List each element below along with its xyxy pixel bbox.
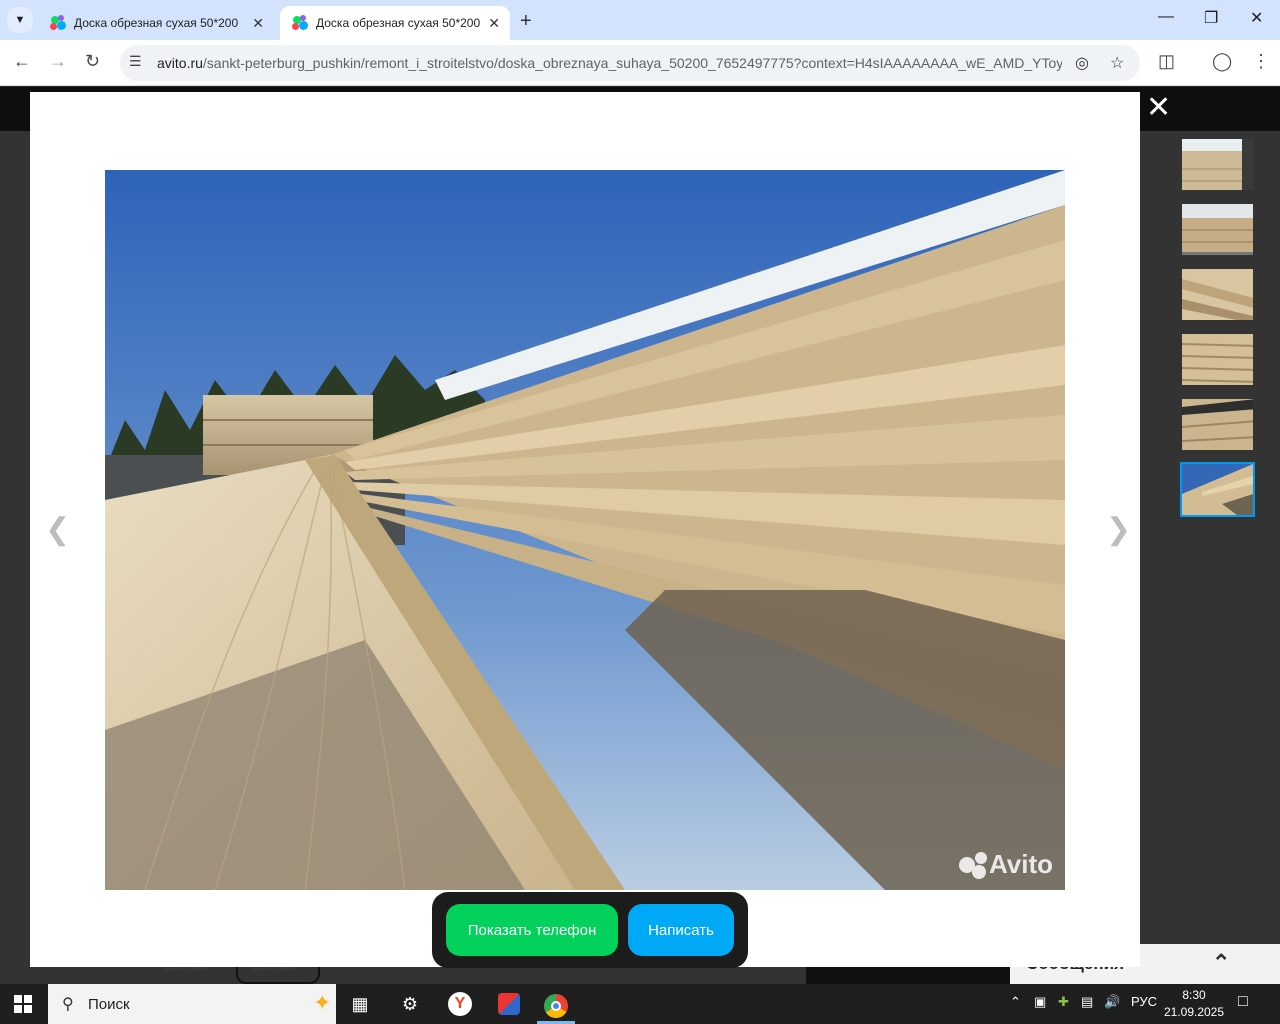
close-tab-icon[interactable]: ✕ [488, 15, 500, 32]
windows-start-icon[interactable] [14, 995, 32, 1013]
thumbnail-image [1182, 399, 1253, 450]
write-message-button[interactable]: Написать [628, 904, 734, 956]
tab-1[interactable]: Доска обрезная сухая 50*200 ✕ [38, 6, 274, 40]
thumbnail-item-selected[interactable] [1180, 462, 1255, 517]
antivirus-tray-icon[interactable]: ✚ [1058, 994, 1069, 1010]
avito-favicon-icon [292, 15, 308, 31]
chrome-taskbar-icon[interactable] [537, 990, 575, 1024]
url-path: /sankt-peterburg_pushkin/remont_i_stroit… [202, 55, 1062, 71]
search-icon: ⚲ [62, 996, 74, 1013]
notifications-icon[interactable]: □ [1238, 993, 1248, 1011]
url-text[interactable]: avito.ru/sankt-peterburg_pushkin/remont_… [157, 55, 1062, 71]
prev-photo-icon[interactable]: ❮ [45, 512, 70, 547]
thumbnail-list [1180, 137, 1255, 527]
chevron-up-icon[interactable]: ⌃ [1212, 950, 1230, 976]
close-gallery-icon[interactable]: ✕ [1146, 90, 1171, 125]
reload-icon[interactable]: ↻ [85, 51, 100, 72]
yandex-browser-icon[interactable]: Y [441, 990, 479, 1018]
tracking-off-icon[interactable]: ◎ [1075, 53, 1089, 73]
task-view-icon[interactable]: ▦ [341, 990, 379, 1018]
tab-2-active[interactable]: Доска обрезная сухая 50*200 ✕ [280, 6, 510, 40]
tab-search-button[interactable]: ▼ [7, 7, 33, 33]
next-photo-icon[interactable]: ❯ [1106, 512, 1131, 547]
thumbnail-item[interactable] [1180, 202, 1255, 257]
browser-toolbar: ← → ↻ ☰ avito.ru/sankt-peterburg_pushkin… [0, 40, 1280, 86]
volume-icon[interactable]: 🔊 [1104, 994, 1120, 1010]
thumbnail-image [1182, 139, 1253, 190]
minimize-icon[interactable]: — [1158, 8, 1174, 26]
photos-app-icon[interactable] [490, 990, 528, 1018]
url-host: avito.ru [157, 55, 203, 71]
taskbar-search[interactable]: ⚲ Поиск ✦ [48, 984, 336, 1024]
thumbnail-item[interactable] [1180, 332, 1255, 387]
watermark-text: Avito [989, 849, 1053, 879]
back-icon[interactable]: ← [13, 51, 31, 72]
avito-favicon-icon [50, 15, 66, 31]
address-bar[interactable]: ☰ avito.ru/sankt-peterburg_pushkin/remon… [120, 45, 1140, 81]
thumbnail-image [1182, 464, 1253, 515]
settings-gear-icon[interactable]: ⚙ [391, 990, 429, 1018]
chevron-down-icon: ▼ [14, 14, 26, 26]
windows-taskbar: ⚲ Поиск ✦ ▦ ⚙ Y ⌃ ▣ ✚ ▤ 🔊 РУС 8:30 21.09… [0, 984, 1280, 1024]
lumber-photo-image: Avito [105, 170, 1065, 890]
thumbnail-item[interactable] [1180, 137, 1255, 192]
thumbnail-item[interactable] [1180, 267, 1255, 322]
network-icon[interactable]: ▤ [1081, 994, 1093, 1010]
thumbnail-image [1182, 334, 1253, 385]
tab-title: Доска обрезная сухая 50*200 [316, 16, 481, 30]
close-tab-icon[interactable]: ✕ [252, 15, 264, 32]
tab-title: Доска обрезная сухая 50*200 [74, 16, 239, 30]
thumbnail-item[interactable] [1180, 397, 1255, 452]
meet-now-icon[interactable]: ▣ [1034, 994, 1046, 1010]
listing-photo: Avito [105, 170, 1065, 890]
tray-chevron-up-icon[interactable]: ⌃ [1010, 994, 1021, 1010]
clock-time: 8:30 [1182, 988, 1206, 1002]
profile-icon[interactable]: ◯ [1212, 51, 1232, 72]
thumbnail-image [1182, 269, 1253, 320]
language-indicator[interactable]: РУС [1131, 994, 1157, 1009]
forward-icon[interactable]: → [49, 51, 67, 72]
site-settings-icon[interactable]: ☰ [129, 53, 142, 70]
star-icon[interactable]: ☆ [1110, 53, 1124, 73]
restore-icon[interactable]: ❐ [1204, 8, 1218, 28]
extensions-icon[interactable]: ◫ [1158, 51, 1175, 72]
copilot-sparkle-icon: ✦ [313, 990, 332, 1015]
menu-icon[interactable]: ⋮ [1252, 51, 1270, 72]
thumbnail-image [1182, 204, 1253, 255]
close-window-icon[interactable]: ✕ [1250, 8, 1263, 28]
clock-date: 21.09.2025 [1163, 1005, 1225, 1019]
contact-action-bar: Показать телефон Написать [432, 892, 748, 968]
taskbar-clock[interactable]: 8:30 21.09.2025 [1162, 987, 1226, 1021]
tab-strip: ▼ Доска обрезная сухая 50*200 ✕ Доска об… [0, 0, 1280, 40]
show-phone-button[interactable]: Показать телефон [446, 904, 618, 956]
search-label: Поиск [88, 996, 130, 1013]
new-tab-icon[interactable]: + [520, 10, 532, 33]
